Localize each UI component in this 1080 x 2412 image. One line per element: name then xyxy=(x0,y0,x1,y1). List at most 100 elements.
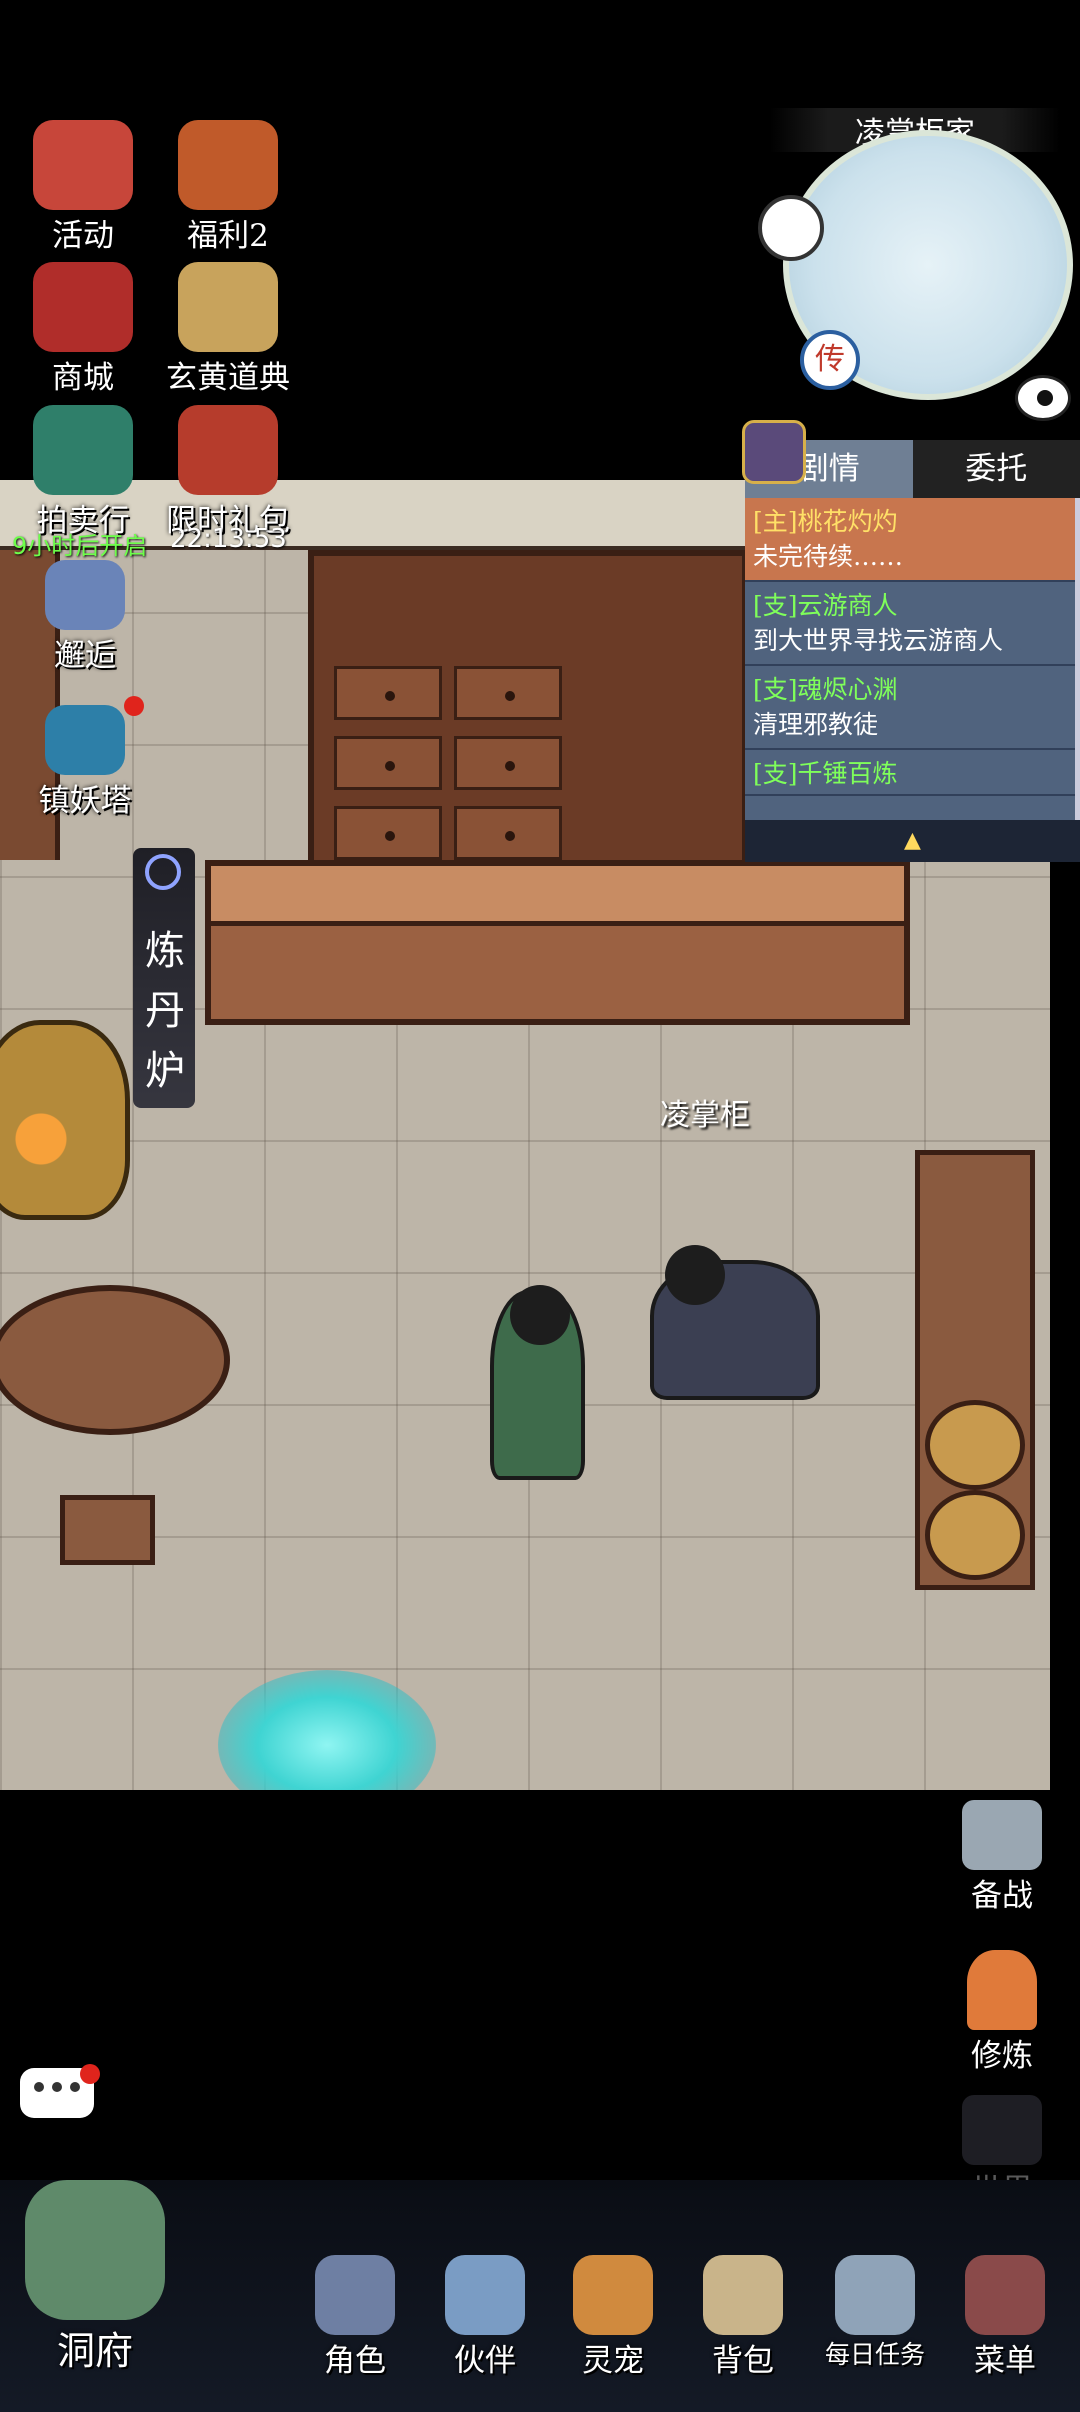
world-icon xyxy=(962,2095,1042,2165)
shop-label: 商城 xyxy=(52,360,114,396)
quest-title: [支]魂烬心渊 xyxy=(753,670,1067,706)
swirl-icon xyxy=(145,854,181,890)
notification-dot xyxy=(80,2064,100,2084)
quest-tag: [支] xyxy=(753,759,798,788)
counter-top xyxy=(211,866,904,926)
collapse-arrow-icon[interactable]: ▲ xyxy=(745,820,1080,862)
welfare-button[interactable]: 福利2 xyxy=(153,120,303,255)
round-table xyxy=(0,1285,230,1435)
chat-dot xyxy=(70,2082,80,2092)
herb-basket xyxy=(925,1400,1025,1490)
drawer xyxy=(334,806,442,860)
quest-tag: [支] xyxy=(753,675,798,704)
quest-tag: [主] xyxy=(753,507,798,536)
auction-timer: 9小时后开启 xyxy=(12,532,148,560)
quest-name: 魂烬心渊 xyxy=(797,675,898,704)
npc-name-label: 凌掌柜 xyxy=(660,1098,750,1133)
player-head xyxy=(510,1285,570,1345)
tab-commission[interactable]: 委托 xyxy=(912,440,1080,498)
drawer xyxy=(454,806,562,860)
gift-timer: 22:13:53 xyxy=(170,524,287,554)
partner-label: 伙伴 xyxy=(454,2343,516,2379)
cave-dwelling-button[interactable]: 洞府 xyxy=(20,2180,170,2375)
drawer xyxy=(334,666,442,720)
task-scroll-icon xyxy=(835,2255,915,2335)
welfare-label: 福利2 xyxy=(187,218,269,254)
medicine-cabinet xyxy=(308,550,748,910)
shop-counter xyxy=(205,860,910,1025)
partner-icon xyxy=(445,2255,525,2335)
side-table xyxy=(915,1150,1035,1590)
chat-dot xyxy=(52,2082,62,2092)
demon-tower-button[interactable]: 镇妖塔 xyxy=(10,705,160,820)
backpack-label: 背包 xyxy=(712,2343,774,2379)
quest-title: [支]云游商人 xyxy=(753,586,1067,622)
spirit-pet-button[interactable]: 灵宠 xyxy=(558,2255,668,2380)
character-icon xyxy=(315,2255,395,2335)
shop-button[interactable]: 商城 xyxy=(8,262,158,397)
character-button[interactable]: 角色 xyxy=(300,2255,410,2380)
auction-house-icon xyxy=(33,405,133,495)
quest-name: 千锤百炼 xyxy=(797,759,898,788)
gift-pack-button[interactable]: 限时礼包 xyxy=(153,405,303,540)
drawer xyxy=(454,736,562,790)
daily-task-button[interactable]: 每日任务 xyxy=(810,2255,940,2371)
spirit-pet-icon xyxy=(573,2255,653,2335)
dragon-icon xyxy=(45,705,125,775)
teleport-marker[interactable]: 传 xyxy=(800,330,860,390)
scripture-label: 玄黄道典 xyxy=(166,360,290,396)
npc-head xyxy=(665,1245,725,1305)
quest-name: 桃花灼灼 xyxy=(797,507,898,536)
cultivate-button[interactable]: 修炼 xyxy=(942,1950,1062,2075)
quest-tag: [支] xyxy=(753,591,798,620)
encounter-button[interactable]: 邂逅 xyxy=(10,560,160,675)
furnace-sign-char: 炉 xyxy=(145,1048,185,1094)
activity-label: 活动 xyxy=(52,218,114,254)
encounter-label: 邂逅 xyxy=(54,638,116,674)
quest-title: [支]千锤百炼 xyxy=(753,754,1067,790)
meditation-icon xyxy=(967,1950,1037,2030)
prepare-battle-button[interactable]: 备战 xyxy=(942,1800,1062,1915)
encounter-icon xyxy=(45,560,125,630)
herb-basket xyxy=(925,1490,1025,1580)
quest-name: 云游商人 xyxy=(797,591,898,620)
shop-icon xyxy=(33,262,133,352)
cultivate-label: 修炼 xyxy=(971,2038,1033,2074)
partner-button[interactable]: 伙伴 xyxy=(430,2255,540,2380)
quest-item[interactable]: [支]千锤百炼 xyxy=(745,750,1075,796)
prepare-battle-label: 备战 xyxy=(971,1878,1033,1914)
furnace-sign-char: 丹 xyxy=(145,988,185,1034)
cave-dwelling-icon xyxy=(25,2180,165,2320)
quest-item[interactable]: [支]云游商人 到大世界寻找云游商人 xyxy=(745,582,1075,666)
bag-icon xyxy=(703,2255,783,2335)
drawer xyxy=(334,736,442,790)
auction-button[interactable]: 拍卖行 xyxy=(8,405,158,540)
menu-icon xyxy=(965,2255,1045,2335)
quest-title: [主]桃花灼灼 xyxy=(753,502,1067,538)
quest-item[interactable]: [主]桃花灼灼 未完待续…… xyxy=(745,498,1075,582)
book-icon[interactable] xyxy=(742,420,806,484)
quest-list[interactable]: [主]桃花灼灼 未完待续…… [支]云游商人 到大世界寻找云游商人 [支]魂烬心… xyxy=(745,498,1080,820)
scroll-marker-icon[interactable] xyxy=(758,195,824,261)
quest-desc: 清理邪教徒 xyxy=(753,710,879,739)
alchemy-furnace[interactable] xyxy=(0,1020,130,1220)
activity-icon xyxy=(33,120,133,210)
furnace-sign[interactable]: 炼 丹 炉 xyxy=(133,848,195,1108)
quest-item[interactable]: [支]魂烬心渊 清理邪教徒 xyxy=(745,666,1075,750)
furnace-sign-char: 炼 xyxy=(145,928,185,974)
menu-label: 菜单 xyxy=(974,2343,1036,2379)
eye-icon[interactable] xyxy=(1015,375,1071,421)
activity-button[interactable]: 活动 xyxy=(8,120,158,255)
scripture-button[interactable]: 玄黄道典 xyxy=(153,262,303,397)
quest-panel: 剧情 委托 [主]桃花灼灼 未完待续…… [支]云游商人 到大世界寻找云游商人 … xyxy=(745,440,1080,870)
quest-desc: 到大世界寻找云游商人 xyxy=(753,626,1004,655)
treasure-chest-icon xyxy=(178,120,278,210)
crossed-swords-icon xyxy=(962,1800,1042,1870)
gift-box-icon xyxy=(178,405,278,495)
menu-button[interactable]: 菜单 xyxy=(945,2255,1065,2380)
backpack-button[interactable]: 背包 xyxy=(688,2255,798,2380)
notification-dot xyxy=(124,696,144,716)
scroll-icon xyxy=(178,262,278,352)
spirit-pet-label: 灵宠 xyxy=(582,2343,644,2379)
character-label: 角色 xyxy=(324,2343,386,2379)
